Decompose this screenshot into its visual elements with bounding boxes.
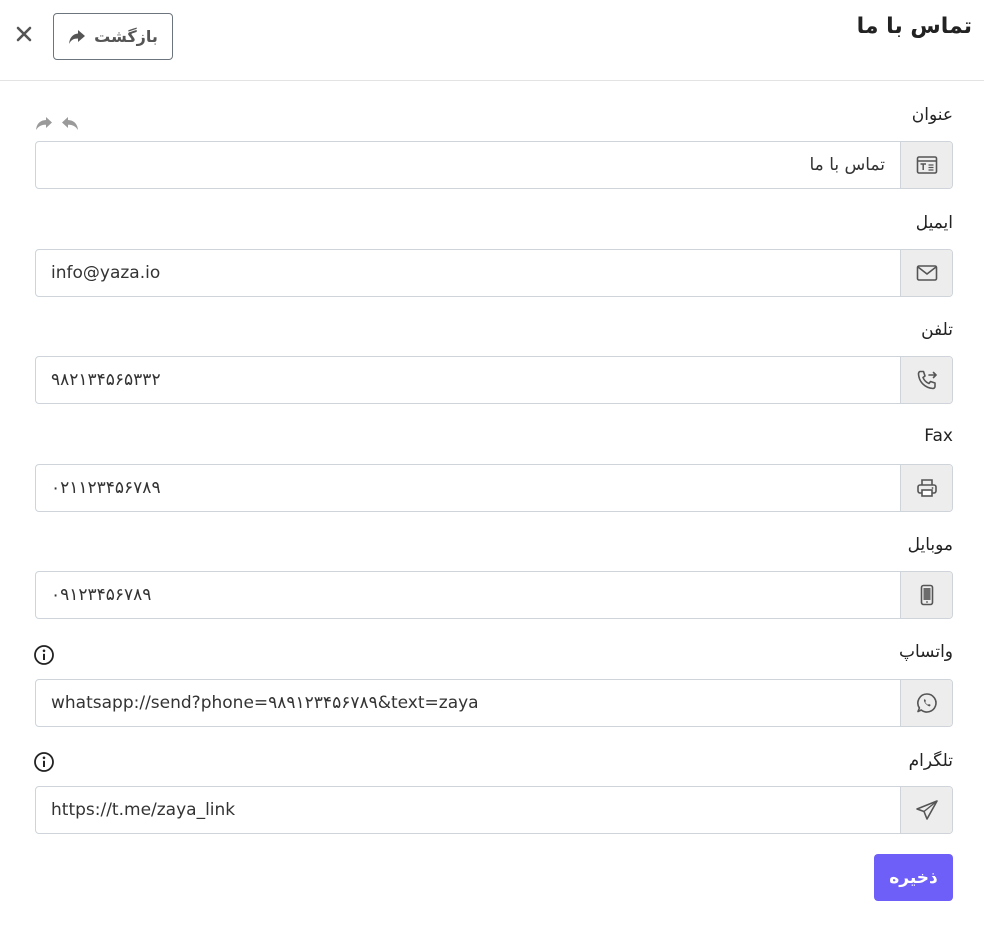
telegram-input[interactable] bbox=[36, 787, 900, 833]
phone-forward-icon bbox=[917, 370, 937, 390]
telegram-input-group bbox=[35, 786, 953, 834]
telegram-label: تلگرام bbox=[908, 751, 953, 771]
fax-label: Fax bbox=[924, 426, 953, 446]
close-button[interactable] bbox=[12, 22, 36, 46]
phone-addon bbox=[900, 357, 952, 403]
redo-button[interactable] bbox=[33, 112, 55, 134]
title-field-icon bbox=[916, 156, 937, 174]
email-input-group bbox=[35, 249, 953, 297]
title-input[interactable] bbox=[36, 142, 900, 188]
whatsapp-info-button[interactable] bbox=[33, 644, 55, 666]
undo-icon bbox=[62, 117, 78, 130]
email-label: ایمیل bbox=[915, 213, 953, 233]
undo-button[interactable] bbox=[59, 112, 81, 134]
whatsapp-label: واتساپ bbox=[898, 642, 953, 662]
info-icon bbox=[34, 645, 54, 665]
mobile-input-group bbox=[35, 571, 953, 619]
mobile-input[interactable] bbox=[36, 572, 900, 618]
info-icon bbox=[34, 752, 54, 772]
whatsapp-icon bbox=[916, 693, 937, 713]
back-button[interactable]: بازگشت bbox=[53, 13, 173, 60]
telegram-icon bbox=[915, 800, 938, 820]
close-icon bbox=[16, 26, 32, 42]
back-button-label: بازگشت bbox=[94, 27, 158, 46]
whatsapp-input[interactable] bbox=[36, 680, 900, 726]
save-button[interactable]: ذخیره bbox=[874, 854, 953, 901]
mobile-label: موبایل bbox=[907, 535, 953, 555]
undo-redo-toolbar bbox=[33, 112, 81, 134]
fax-input-group bbox=[35, 464, 953, 512]
title-label: عنوان bbox=[911, 105, 953, 125]
fax-addon bbox=[900, 465, 952, 511]
fax-input[interactable] bbox=[36, 465, 900, 511]
telegram-addon bbox=[900, 787, 952, 833]
whatsapp-addon bbox=[900, 680, 952, 726]
mobile-addon bbox=[900, 572, 952, 618]
mobile-icon bbox=[920, 584, 933, 606]
whatsapp-input-group bbox=[35, 679, 953, 727]
phone-input[interactable] bbox=[36, 357, 900, 403]
page-header: بازگشت تماس با ما bbox=[0, 0, 984, 81]
redo-icon bbox=[36, 117, 52, 130]
phone-label: تلفن bbox=[921, 320, 953, 340]
printer-icon bbox=[916, 479, 937, 497]
title-addon bbox=[900, 142, 952, 188]
share-arrow-icon bbox=[69, 29, 86, 44]
email-addon bbox=[900, 250, 952, 296]
title-input-group bbox=[35, 141, 953, 189]
envelope-icon bbox=[916, 265, 937, 281]
page-title: تماس با ما bbox=[856, 14, 972, 39]
telegram-info-button[interactable] bbox=[33, 751, 55, 773]
email-input[interactable] bbox=[36, 250, 900, 296]
phone-input-group bbox=[35, 356, 953, 404]
